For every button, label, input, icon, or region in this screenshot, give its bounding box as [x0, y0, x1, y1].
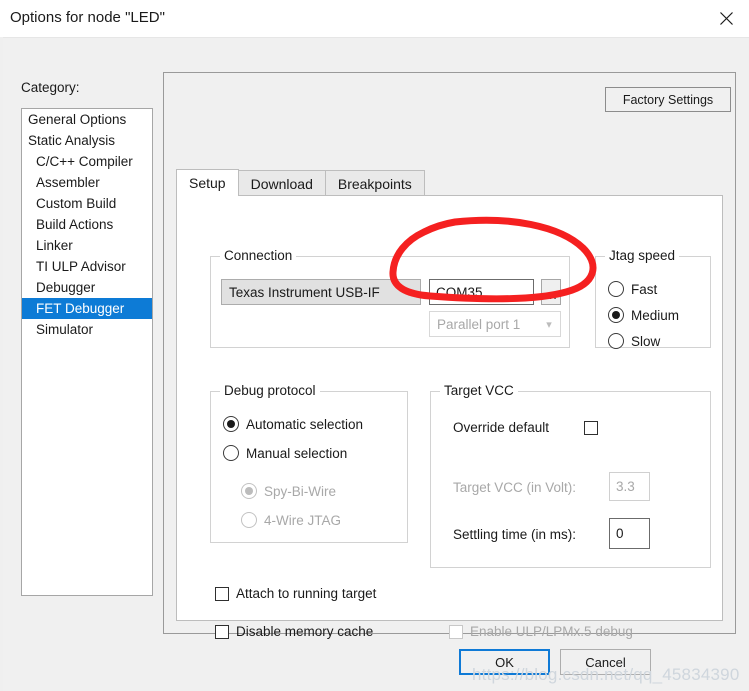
dialog-window: Options for node "LED" Category: General… — [0, 0, 749, 691]
radio-icon[interactable] — [223, 416, 239, 432]
tab-setup[interactable]: Setup — [176, 169, 239, 196]
target-vcc-group-title: Target VCC — [440, 383, 518, 398]
settling-time-input[interactable]: 0 — [609, 518, 650, 549]
debug-protocol-group: Debug protocol Automatic selection Manual… — [210, 383, 408, 543]
override-default-checkbox[interactable] — [584, 420, 599, 435]
debug-protocol-radio-row[interactable]: Manual selection — [223, 445, 347, 461]
tab-strip: Setup Download Breakpoints — [176, 169, 425, 196]
close-icon — [719, 11, 734, 26]
debugger-device-combo[interactable]: Texas Instrument USB-IF ▾ — [221, 279, 421, 305]
jtag-speed-label: Slow — [631, 333, 661, 349]
category-label: Category: — [21, 80, 80, 95]
tab-download[interactable]: Download — [237, 170, 326, 196]
parallel-port-combo-value: Parallel port 1 — [437, 316, 521, 332]
category-item[interactable]: Linker — [22, 235, 152, 256]
category-item[interactable]: Assembler — [22, 172, 152, 193]
option-checkbox-label: Attach to running target — [236, 586, 377, 601]
jtag-speed-radio-row[interactable]: Fast — [608, 281, 657, 297]
override-default-label: Override default — [453, 420, 550, 435]
debug-protocol-label: Automatic selection — [246, 416, 364, 432]
watermark-text: https://blog.csdn.net/qq_45834390 — [472, 665, 740, 684]
target-vcc-value: 3.3 — [616, 479, 635, 494]
settling-time-value: 0 — [616, 526, 624, 541]
checkbox-icon[interactable] — [215, 586, 229, 601]
chevron-down-icon: ▾ — [546, 318, 552, 331]
window-title: Options for node "LED" — [10, 9, 165, 26]
chevron-down-icon: ▾ — [406, 286, 412, 299]
parallel-port-combo[interactable]: Parallel port 1 ▾ — [429, 311, 561, 337]
option-checkbox-label: Disable memory cache — [236, 624, 374, 639]
debug-protocol-label: Spy-Bi-Wire — [264, 483, 337, 499]
jtag-speed-label: Medium — [631, 307, 680, 323]
debug-protocol-label: Manual selection — [246, 445, 348, 461]
com-port-textbox[interactable]: COM35 — [429, 279, 534, 305]
window-left-edge — [0, 37, 3, 691]
options-panel: Factory Settings Setup Download Breakpoint… — [163, 72, 736, 639]
setup-tab-panel: Connection Texas Instrument USB-IF ▾ COM… — [176, 195, 723, 639]
com-port-value: COM35 — [436, 284, 483, 300]
category-item[interactable]: Custom Build — [22, 193, 152, 214]
target-vcc-group: Target VCC Override default Target VCC (… — [430, 383, 711, 568]
tab-breakpoints[interactable]: Breakpoints — [324, 170, 425, 196]
option-checkbox-row: Enable ULP/LPMx.5 debug — [449, 624, 633, 639]
settling-time-label: Settling time (in ms): — [453, 527, 577, 542]
checkbox-icon — [449, 624, 463, 639]
category-item[interactable]: FET Debugger — [22, 298, 152, 319]
option-checkbox-row[interactable]: Attach to running target — [215, 586, 376, 601]
jtag-speed-radio-row[interactable]: Slow — [608, 333, 660, 349]
debug-protocol-radio-row[interactable]: Automatic selection — [223, 416, 363, 432]
target-vcc-label: Target VCC (in Volt): — [453, 480, 577, 495]
category-item[interactable]: Build Actions — [22, 214, 152, 235]
com-port-browse-button[interactable]: ... — [541, 279, 561, 305]
category-listbox[interactable]: General Options Static Analysis C/C++ Comp… — [21, 108, 153, 596]
category-item[interactable]: Static Analysis — [22, 130, 152, 151]
connection-group: Connection Texas Instrument USB-IF ▾ COM… — [210, 248, 570, 348]
debug-protocol-group-title: Debug protocol — [220, 383, 320, 398]
jtag-speed-radio-row[interactable]: Medium — [608, 307, 679, 323]
target-vcc-input[interactable]: 3.3 — [609, 472, 650, 501]
checkbox-icon[interactable] — [215, 624, 229, 639]
title-bar: Options for node "LED" — [0, 0, 749, 38]
jtag-speed-group-title: Jtag speed — [605, 248, 680, 263]
radio-icon — [241, 483, 257, 499]
debugger-device-combo-value: Texas Instrument USB-IF — [229, 284, 380, 300]
radio-icon[interactable] — [608, 307, 624, 323]
debug-protocol-radio-row: Spy-Bi-Wire — [241, 483, 336, 499]
close-button[interactable] — [703, 0, 749, 37]
radio-icon[interactable] — [608, 281, 624, 297]
category-item[interactable]: General Options — [22, 109, 152, 130]
jtag-speed-group: Jtag speed Fast Medium Slow — [595, 248, 711, 349]
radio-icon — [241, 512, 257, 528]
debug-protocol-label: 4-Wire JTAG — [264, 512, 341, 528]
option-checkbox-label: Enable ULP/LPMx.5 debug — [470, 624, 633, 639]
factory-settings-button[interactable]: Factory Settings — [605, 87, 731, 112]
category-item[interactable]: Debugger — [22, 277, 152, 298]
jtag-speed-label: Fast — [631, 281, 658, 297]
category-item[interactable]: TI ULP Advisor — [22, 256, 152, 277]
radio-icon[interactable] — [608, 333, 624, 349]
category-item[interactable]: Simulator — [22, 319, 152, 340]
option-checkbox-row[interactable]: Disable memory cache — [215, 624, 373, 639]
category-item[interactable]: C/C++ Compiler — [22, 151, 152, 172]
debug-protocol-radio-row: 4-Wire JTAG — [241, 512, 341, 528]
radio-icon[interactable] — [223, 445, 239, 461]
connection-group-title: Connection — [220, 248, 297, 263]
override-default-row[interactable]: Override default — [453, 420, 599, 435]
